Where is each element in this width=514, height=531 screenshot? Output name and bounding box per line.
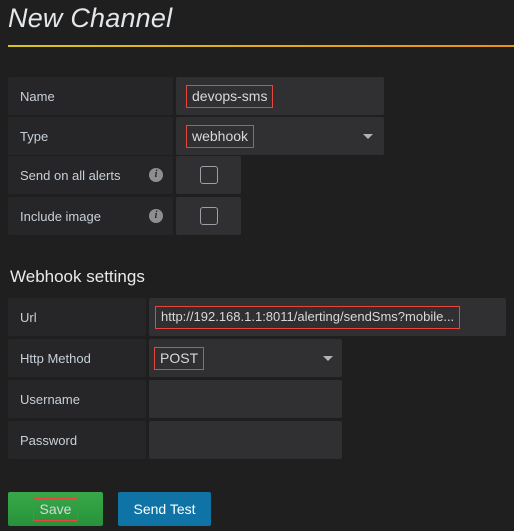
save-button-label: Save xyxy=(32,497,79,521)
label-include-image: Include image i xyxy=(8,197,173,235)
save-button[interactable]: Save xyxy=(8,492,103,526)
input-name[interactable]: devops-sms xyxy=(176,77,384,115)
form-row-username: Username xyxy=(8,380,342,418)
form-row-send-on-all-alerts: Send on all alerts i xyxy=(8,156,241,194)
checkbox-cell-include-image[interactable] xyxy=(176,197,241,235)
checkbox-include-image[interactable] xyxy=(199,207,218,225)
checkbox-cell-send-on-all-alerts[interactable] xyxy=(176,156,241,194)
send-test-button[interactable]: Send Test xyxy=(118,492,211,526)
label-include-image-text: Include image xyxy=(20,208,101,224)
label-username-text: Username xyxy=(20,391,80,407)
label-http-method-text: Http Method xyxy=(20,350,91,366)
input-url-value: http://192.168.1.1:8011/alerting/sendSms… xyxy=(155,305,461,329)
webhook-settings-heading: Webhook settings xyxy=(10,267,145,286)
select-type[interactable]: webhook xyxy=(176,117,384,155)
label-password: Password xyxy=(8,421,146,459)
input-name-value: devops-sms xyxy=(186,84,274,108)
input-url[interactable]: http://192.168.1.1:8011/alerting/sendSms… xyxy=(149,298,506,336)
checkbox-send-on-all-alerts[interactable] xyxy=(199,166,218,184)
send-test-button-label: Send Test xyxy=(133,501,196,517)
select-http-method[interactable]: POST xyxy=(149,339,342,377)
form-row-http-method: Http Method POST xyxy=(8,339,342,377)
label-type: Type xyxy=(8,117,173,155)
form-row-include-image: Include image i xyxy=(8,197,241,235)
form-row-type: Type webhook xyxy=(8,117,384,155)
label-username: Username xyxy=(8,380,146,418)
input-password[interactable] xyxy=(149,421,342,459)
label-send-on-all-alerts: Send on all alerts i xyxy=(8,156,173,194)
label-url: Url xyxy=(8,298,146,336)
chevron-down-icon xyxy=(323,356,333,361)
select-type-value: webhook xyxy=(186,124,255,148)
label-url-text: Url xyxy=(20,309,37,325)
info-icon[interactable]: i xyxy=(149,168,163,182)
label-password-text: Password xyxy=(20,432,78,448)
input-username[interactable] xyxy=(149,380,342,418)
form-row-url: Url http://192.168.1.1:8011/alerting/sen… xyxy=(8,298,506,336)
label-type-text: Type xyxy=(20,128,49,144)
chevron-down-icon xyxy=(363,134,373,139)
label-send-on-all-alerts-text: Send on all alerts xyxy=(20,167,121,183)
label-name: Name xyxy=(8,77,173,115)
form-row-name: Name devops-sms xyxy=(8,77,384,115)
select-http-method-value: POST xyxy=(154,346,205,370)
label-http-method: Http Method xyxy=(8,339,146,377)
label-name-text: Name xyxy=(20,88,55,104)
info-icon[interactable]: i xyxy=(149,209,163,223)
form-row-password: Password xyxy=(8,421,342,459)
page-title: New Channel xyxy=(8,3,173,33)
accent-divider xyxy=(8,45,514,47)
